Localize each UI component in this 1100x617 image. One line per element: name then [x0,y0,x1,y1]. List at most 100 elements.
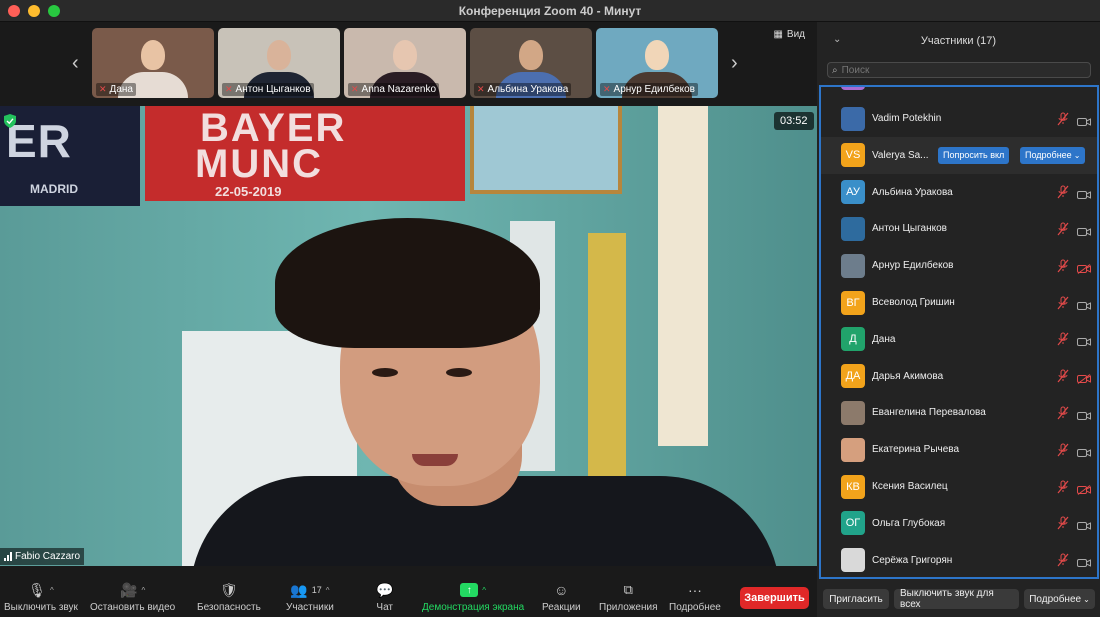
thumbnail-label: ✕ Anna Nazarenko [348,83,440,96]
video-icon [1077,518,1091,531]
end-meeting-button[interactable]: Завершить [740,587,809,609]
avatar-initials: ВГ [846,296,860,309]
avatar-initials: АУ [846,186,860,199]
chat-label: Чат [376,602,394,613]
mic-off-icon [1057,443,1069,457]
participant-thumbnail[interactable]: ✕ Арнур Едилбеков [596,28,718,98]
participant-row-partial [821,87,1097,96]
share-screen-button[interactable]: ↑ ^ Демонстрация экрана [422,580,524,613]
participant-name: Ксения Василец [872,481,948,492]
participant-name: Екатерина Рычева [872,444,960,456]
participant-row[interactable]: Серёжа Григорян [821,542,1097,577]
participant-name: Vadim Potekhin [872,113,942,124]
speaker-name: Fabio Cazzaro [15,551,81,562]
chevron-up-icon[interactable]: ^ [326,586,330,595]
participant-name: Ольга Глубокая [872,517,946,529]
participant-name: Антон Цыганков [872,223,947,235]
video-icon [1077,445,1091,457]
invite-button[interactable]: Пригласить [823,589,889,609]
participant-more-button[interactable]: Подробнее ⌄ [1020,146,1086,164]
participant-row[interactable]: КВ Ксения Василец [821,468,1097,505]
avatar-initials: ОГ [845,517,861,530]
more-button[interactable]: ··· Подробнее [669,580,721,613]
participant-thumbnail[interactable]: ✕ Альбина Уракова [470,28,592,98]
mute-all-button[interactable]: Выключить звук для всех [894,588,1019,610]
participant-row[interactable]: VS Valerya Sa... Попросить вкл Подробнее ⌄ [821,136,1097,174]
participant-face [393,40,417,70]
panel-more-button[interactable]: Подробнее ⌄ [1024,589,1095,609]
participant-thumbnail[interactable]: ✕ Anna Nazarenko [344,28,466,98]
participants-button[interactable]: 👥 17 ^ Участники [286,580,334,614]
title-bar: Конференция Zoom 40 - Минут [0,0,1100,22]
chevron-right-icon[interactable]: › [731,52,738,75]
speaker-eye-right [446,368,472,377]
thumbnail-label: ✕ Дана [96,83,136,96]
chevron-up-icon[interactable]: ^ [141,586,145,595]
chevron-left-icon[interactable]: ‹ [72,52,79,75]
chevron-up-icon[interactable]: ^ [482,586,486,595]
participant-row[interactable]: ВГ Всеволод Гришин [821,284,1097,321]
participant-face [267,40,291,70]
share-screen-label: Демонстрация экрана [422,602,525,613]
search-icon: ⌕ [832,64,838,76]
participant-row[interactable]: Д Дана [821,321,1097,358]
thumbnail-label: ✕ Альбина Уракова [474,83,572,96]
participant-thumbnail[interactable]: ✕ Дана [92,28,214,98]
chevron-up-icon[interactable]: ^ [50,586,54,595]
meeting-timer: 03:52 [774,112,814,130]
mute-button[interactable]: 🎙 ^ Выключить звук [4,580,78,614]
search-field[interactable]: ⌕ [827,62,1091,78]
security-button[interactable]: 🛡 Безопасность [197,580,261,614]
speaker-mouth [412,454,458,466]
participant-row[interactable]: АУ Альбина Уракова [821,174,1097,211]
participant-name: Дана [872,333,896,345]
avatar [841,216,865,241]
video-icon [1077,408,1091,420]
minimize-window-button[interactable] [28,5,40,17]
microphone-icon: 🎙 [28,581,46,598]
more-label: Подробнее [669,602,721,613]
search-input[interactable] [841,64,1072,76]
participant-row[interactable]: Антон Цыганков [821,210,1097,247]
shield-check-icon[interactable] [4,114,16,128]
window-controls [8,5,60,17]
avatar: Д [841,327,865,352]
video-icon [1077,114,1091,126]
thumbnail-name: Арнур Едилбеков [613,84,695,95]
participant-name: Арнур Едилбеков [872,260,954,272]
participant-thumbnail[interactable]: ✕ Антон Цыганков [218,28,340,98]
stop-video-button[interactable]: 🎥 ^ Остановить видео [90,580,175,614]
view-button[interactable]: ▦ Вид [773,29,805,40]
mic-off-icon [1057,406,1069,420]
video-icon [1077,187,1091,200]
video-icon [1077,224,1091,236]
video-icon [1077,555,1091,568]
mic-off-icon [1057,516,1069,530]
more-dots-icon: ··· [687,582,702,598]
participant-name: Евангелина Перевалова [872,407,986,419]
avatar [841,548,865,573]
participants-icon: 👥 [290,581,308,598]
ask-to-unmute-button[interactable]: Попросить вкл [938,146,1010,164]
thumbnail-name: Anna Nazarenko [361,84,437,95]
video-off-icon [1077,482,1091,495]
participant-row[interactable]: ДА Дарья Акимова [821,358,1097,395]
participant-row[interactable]: ОГ Ольга Глубокая [821,505,1097,542]
participant-row[interactable]: Евангелина Перевалова [821,394,1097,431]
chat-button[interactable]: 💬 Чат [376,580,394,614]
thumbnail-name: Дана [109,84,133,95]
apps-button[interactable]: ⧉ Приложения [599,580,658,613]
mic-off-icon: ✕ [225,84,233,94]
panel-title: Участники (17) [920,35,997,47]
participant-row[interactable]: Арнур Едилбеков [821,247,1097,284]
avatar: КВ [841,474,865,499]
maximize-window-button[interactable] [48,5,60,17]
participant-face [645,40,669,70]
panel-more-label: Подробнее [1029,593,1082,605]
close-window-button[interactable] [8,5,20,17]
participant-row[interactable]: Vadim Potekhin [821,100,1097,137]
poster-sub: MADRID [30,182,78,196]
mic-off-icon [1057,296,1069,310]
participant-row[interactable]: Екатерина Рычева [821,431,1097,468]
reactions-button[interactable]: ☺ Реакции [542,580,581,613]
